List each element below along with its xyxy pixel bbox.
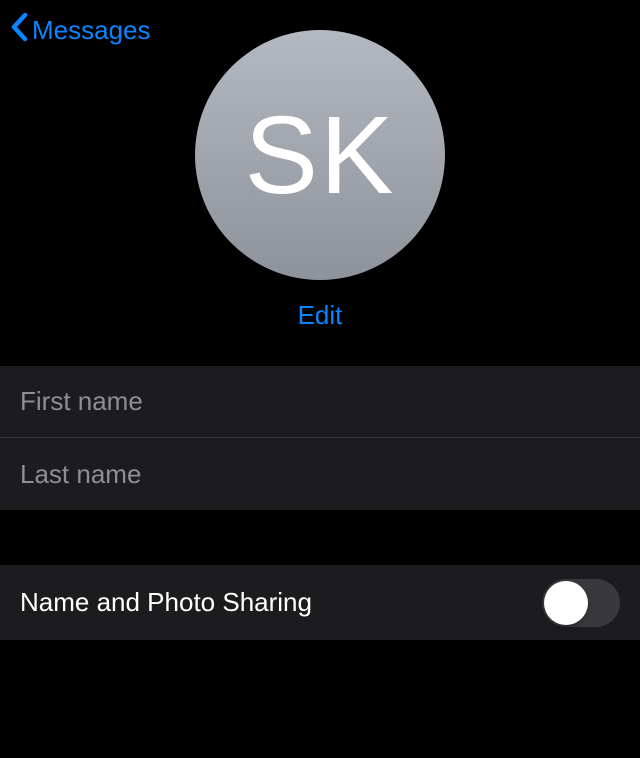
last-name-row	[0, 438, 640, 510]
sharing-toggle-row: Name and Photo Sharing	[0, 565, 640, 640]
avatar[interactable]: SK	[195, 30, 445, 280]
name-form-section	[0, 366, 640, 510]
toggle-knob	[544, 581, 588, 625]
first-name-input[interactable]	[20, 386, 620, 417]
edit-button[interactable]: Edit	[298, 300, 343, 331]
chevron-left-icon	[10, 12, 28, 49]
last-name-input[interactable]	[20, 459, 620, 490]
first-name-row	[0, 366, 640, 438]
back-label: Messages	[32, 15, 151, 46]
avatar-initials: SK	[245, 92, 396, 219]
sharing-toggle[interactable]	[542, 579, 620, 627]
sharing-section: Name and Photo Sharing	[0, 565, 640, 640]
avatar-section: SK Edit	[0, 30, 640, 331]
sharing-label: Name and Photo Sharing	[20, 587, 312, 618]
back-button[interactable]: Messages	[10, 12, 151, 49]
header: Messages	[0, 0, 640, 60]
